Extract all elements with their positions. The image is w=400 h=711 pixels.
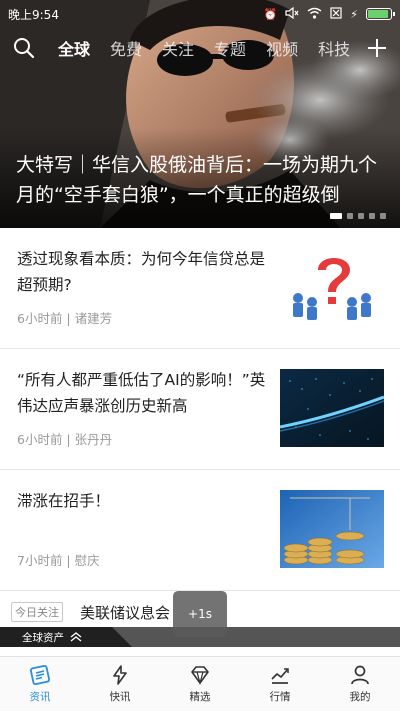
tab-label: 我的 [349,691,371,703]
top-nav: 全球 免费 关注 专题 视频 科技 [0,30,400,66]
list-item[interactable]: 透过现象看本质：为何今年信贷总是超预期? 6小时前 | 诸建芳 [0,228,400,349]
carousel-dot [380,213,386,219]
chart-icon [271,668,289,684]
carousel-dot [330,213,342,219]
hero-banner[interactable]: 晚上9:54 ⏰ ⚡ 全球 免费 关注 专题 视频 科技 大特写｜华信入股俄油背… [0,0,400,228]
news-thumbnail [280,490,384,568]
diamond-icon [191,666,209,686]
today-focus-tag: 今日关注 [11,602,63,622]
status-bar: 晚上9:54 ⏰ ⚡ [0,0,400,28]
sim-icon [330,7,342,21]
news-title: 美联储议息会 [80,604,171,622]
global-assets-toggle[interactable]: 全球资产 [0,627,132,647]
tab-market[interactable]: 行情 [240,657,320,711]
search-icon [14,38,35,59]
wifi-icon [307,7,322,21]
news-title: 滞涨在招手！ [17,492,111,510]
carousel-dot [347,213,353,219]
news-author: 慰庆 [74,553,100,568]
channel-tabs: 全球 免费 关注 专题 视频 科技 [48,36,354,60]
carousel-dot [369,213,375,219]
battery-icon [366,8,395,20]
carousel-dot [358,213,364,219]
news-meta: 6小时前 | 张丹丹 [17,432,113,447]
tab-tech[interactable]: 科技 [308,36,354,60]
news-thumbnail [280,248,384,326]
news-time: 6小时前 [17,432,63,447]
tab-label: 精选 [189,691,211,703]
plus-icon [368,39,386,57]
news-icon [29,664,51,686]
tab-label: 资讯 [29,691,51,703]
search-button[interactable] [0,30,48,66]
tab-global[interactable]: 全球 [48,36,100,60]
news-meta: 6小时前 | 诸建芳 [17,311,113,326]
toast: +1s [173,591,227,637]
news-list: 透过现象看本质：为何今年信贷总是超预期? 6小时前 | 诸建芳 “所有人都严重低… [0,228,400,591]
tab-me[interactable]: 我的 [320,657,400,711]
news-meta: 7小时前 | 慰庆 [17,553,100,568]
tab-label: 行情 [269,691,291,703]
tab-topics[interactable]: 专题 [204,36,256,60]
carousel-indicator [330,213,386,219]
news-time: 6小时前 [17,311,63,326]
status-time: 晚上9:54 [8,7,59,22]
news-time: 7小时前 [17,553,63,568]
tab-video[interactable]: 视频 [256,36,308,60]
tab-flash[interactable]: 快讯 [80,657,160,711]
tab-free[interactable]: 免费 [100,36,152,60]
flash-icon [113,665,127,685]
user-icon [351,665,369,685]
tab-news[interactable]: 资讯 [0,657,80,711]
news-title: 透过现象看本质：为何今年信贷总是超预期? [17,250,266,294]
bottom-tab-bar: 资讯 快讯 精选 行情 我的 [0,656,400,711]
list-item[interactable]: “所有人都严重低估了AI的影响！”英伟达应声暴涨创历史新高 6小时前 | 张丹丹 [0,349,400,470]
list-item[interactable]: 滞涨在招手！ 7小时前 | 慰庆 [0,470,400,591]
add-channel-button[interactable] [354,30,400,66]
tab-featured[interactable]: 精选 [160,657,240,711]
news-author: 张丹丹 [74,432,113,447]
tab-label: 快讯 [109,691,131,703]
silent-icon [285,6,299,21]
tab-follow[interactable]: 关注 [152,36,204,60]
alarm-icon: ⏰ [263,7,278,21]
global-assets-label: 全球资产 [22,631,64,644]
news-thumbnail [280,369,384,447]
chevron-up-icon [70,632,82,642]
charging-icon: ⚡ [350,7,358,21]
news-author: 诸建芳 [74,311,113,326]
hero-title[interactable]: 大特写｜华信入股俄油背后：一场为期九个月的“空手套白狼”，一个真正的超级倒 [16,150,388,210]
news-title: “所有人都严重低估了AI的影响！”英伟达应声暴涨创历史新高 [17,371,266,415]
